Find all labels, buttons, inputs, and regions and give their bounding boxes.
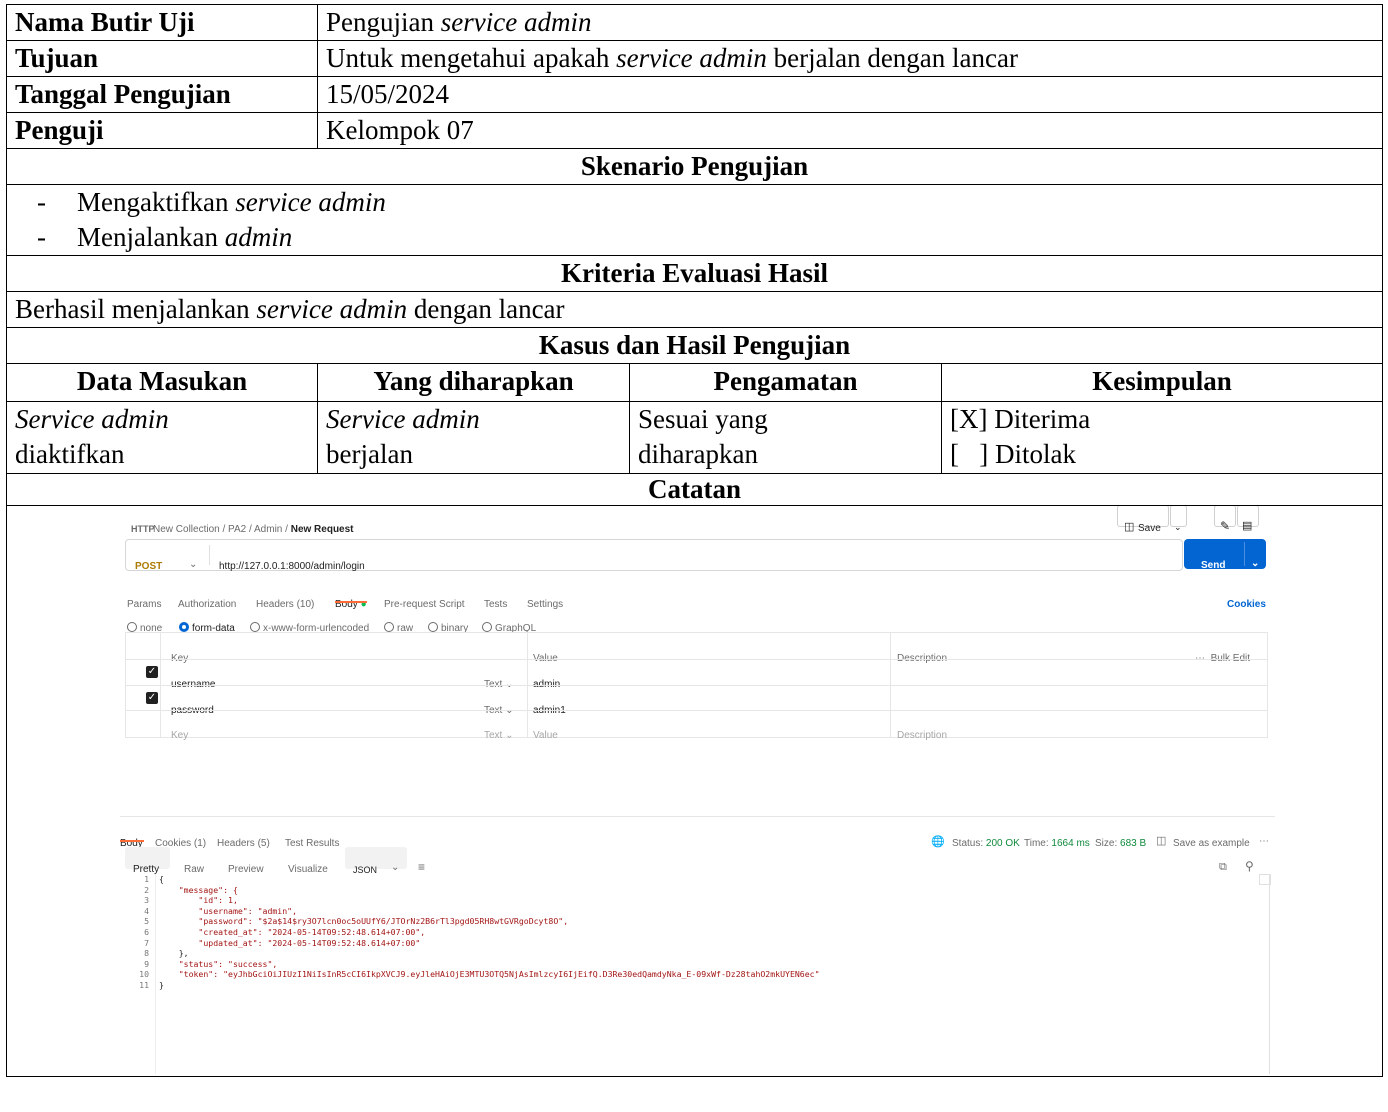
skenario-header: Skenario Pengujian xyxy=(5,148,1384,185)
chevron-down-icon[interactable]: ⌄ xyxy=(1251,546,1259,581)
table-row: ✓ username Text ⌄ admin xyxy=(126,659,1267,690)
chevron-down-icon[interactable]: ⌄ xyxy=(189,547,197,582)
form-data-table: Key Value Description ⋯ Bulk Edit ✓ user… xyxy=(125,632,1268,741)
type-select[interactable]: Text ⌄ xyxy=(484,718,514,753)
code-line: "token": "eyJhbGciOiJIUzI1NiIsInR5cCI6Ik… xyxy=(159,969,820,980)
code-line: "id": 1, xyxy=(159,895,238,906)
catatan-header: Catatan xyxy=(5,473,1384,506)
tujuan-value: Untuk mengetahui apakah service admin be… xyxy=(316,40,1384,77)
col-header-kesimpulan: Kesimpulan xyxy=(940,363,1384,402)
send-button[interactable]: Send ⌄ xyxy=(1184,539,1266,571)
test-table: Nama Butir Uji Pengujian service admin T… xyxy=(5,4,1384,1077)
code-line: "status": "success", xyxy=(159,958,278,969)
more-icon[interactable]: ⋯ xyxy=(1259,824,1269,859)
breadcrumb-item[interactable]: New Collection xyxy=(153,524,220,535)
docs-button[interactable]: ▤ xyxy=(1237,506,1259,532)
save-button[interactable]: ◫ Save xyxy=(1117,506,1169,534)
row-checkbox[interactable]: ✓ xyxy=(146,692,158,704)
edit-button[interactable]: ✎ xyxy=(1214,506,1236,533)
divider xyxy=(209,545,210,565)
case-input: Service admin diaktifkan xyxy=(6,401,318,474)
kriteria-value: Berhasil menjalankan service admin denga… xyxy=(5,291,1384,328)
code-line: "message": { xyxy=(159,884,238,895)
table-row: Key Text ⌄ Value Description xyxy=(126,710,1267,741)
col-header-data-masukan: Data Masukan xyxy=(6,363,318,402)
save-icon: ◫ xyxy=(1156,835,1167,847)
kv-key-placeholder[interactable]: Key xyxy=(171,718,188,753)
divider xyxy=(120,816,1275,817)
globe-icon: 🌐 xyxy=(931,836,945,848)
code-line: } xyxy=(159,980,164,990)
case-observed: Sesuai yang diharapkan xyxy=(629,401,942,474)
time-readout: Time: 1664 ms xyxy=(1024,838,1090,849)
size-readout: Size: 683 B xyxy=(1095,838,1147,849)
case-expected: Service admin berjalan xyxy=(317,401,630,474)
row-checkbox[interactable]: ✓ xyxy=(146,666,158,678)
case-result: [X] Diterima[ ] Ditolak xyxy=(940,401,1384,474)
skenario-item: - Mengaktifkan service admin xyxy=(37,187,386,217)
col-header-pengamatan: Pengamatan xyxy=(629,363,942,402)
penguji-value: Kelompok 07 xyxy=(316,112,1384,149)
format-select[interactable]: JSON ⌄ xyxy=(345,847,407,875)
kv-value-placeholder[interactable]: Value xyxy=(533,718,558,753)
nama-butir-value: Pengujian service admin xyxy=(316,4,1384,41)
skenario-list: - Mengaktifkan service admin - Menjalankan… xyxy=(5,184,1384,256)
code-line: "updated_at": "2024-05-14T09:52:48.614+0… xyxy=(159,937,421,948)
postman-screenshot: HTTP New Collection / PA2 / Admin / New … xyxy=(8,506,1381,1076)
skenario-item: - Menjalankan admin xyxy=(37,222,293,252)
breadcrumb-current: New Request xyxy=(290,524,354,535)
tujuan-label: Tujuan xyxy=(6,40,318,77)
table-row: ✓ password Text ⌄ admin1 xyxy=(126,685,1267,716)
kasus-header: Kasus dan Hasil Pengujian xyxy=(5,327,1384,364)
response-body-code: 1{ 2 "message": { 3 "id": 1, 4 "username… xyxy=(127,874,1272,1074)
tanggal-value: 15/05/2024 xyxy=(316,76,1384,113)
penguji-label: Penguji xyxy=(6,112,318,149)
catatan-screenshot: HTTP New Collection / PA2 / Admin / New … xyxy=(5,505,1384,1077)
active-tab-indicator xyxy=(120,840,144,842)
save-as-example-button[interactable]: Save as example xyxy=(1173,826,1250,861)
breadcrumb-item[interactable]: Admin xyxy=(254,524,282,535)
nama-butir-label: Nama Butir Uji xyxy=(6,4,318,41)
scrollbar[interactable] xyxy=(1269,874,1270,1074)
save-dropdown-button[interactable]: ⌄ xyxy=(1170,506,1187,532)
code-line: "password": "$2a$14$ry3O7lcn0oc5oUUfY6/J… xyxy=(159,916,569,927)
code-line: { xyxy=(159,874,164,884)
code-line: }, xyxy=(159,948,189,959)
active-tab-indicator xyxy=(335,601,367,603)
test-document: Nama Butir Uji Pengujian service admin T… xyxy=(5,4,1384,1110)
view-tab-pretty[interactable]: Pretty xyxy=(125,847,170,875)
url-bar: POST ⌄ http://127.0.0.1:8000/admin/login xyxy=(125,539,1183,572)
code-line: "created_at": "2024-05-14T09:52:48.614+0… xyxy=(159,927,426,937)
kv-description-placeholder[interactable]: Description xyxy=(897,718,947,753)
cookies-link[interactable]: Cookies xyxy=(1227,587,1266,622)
url-input[interactable]: http://127.0.0.1:8000/admin/login xyxy=(219,549,365,584)
kriteria-header: Kriteria Evaluasi Hasil xyxy=(5,255,1384,292)
method-select[interactable]: POST xyxy=(135,549,162,584)
col-header-yang-diharapkan: Yang diharapkan xyxy=(317,363,630,402)
tanggal-label: Tanggal Pengujian xyxy=(6,76,318,113)
breadcrumb-item[interactable]: PA2 xyxy=(228,524,246,535)
status-readout: Status: 200 OK xyxy=(952,838,1020,849)
code-line: "username": "admin", xyxy=(159,905,298,916)
